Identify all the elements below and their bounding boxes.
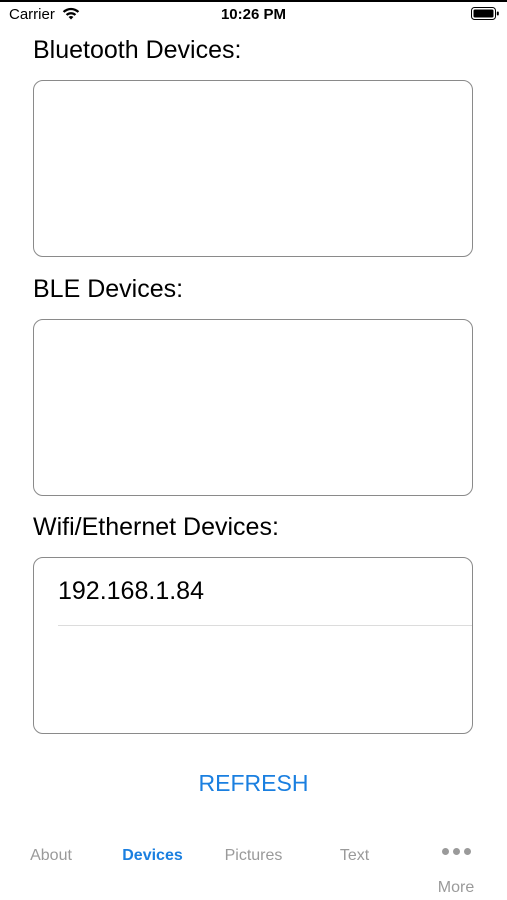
- tab-devices-label: Devices: [122, 847, 183, 864]
- tab-pictures-label: Pictures: [224, 847, 283, 864]
- tab-devices[interactable]: Devices: [102, 820, 203, 900]
- status-bar: Carrier 10:26 PM: [0, 0, 507, 28]
- tab-bar: About Devices Pictures Text More: [0, 820, 507, 900]
- wifi-devices-heading: Wifi/Ethernet Devices:: [33, 513, 279, 541]
- tab-about[interactable]: About: [0, 820, 102, 900]
- bluetooth-devices-heading: Bluetooth Devices:: [33, 36, 242, 64]
- ble-devices-heading: BLE Devices:: [33, 275, 184, 303]
- wifi-device-address: 192.168.1.84: [58, 577, 204, 605]
- tab-more-label: More: [437, 879, 475, 896]
- battery-icon: [471, 7, 499, 20]
- more-icon: [405, 842, 507, 855]
- tab-pictures[interactable]: Pictures: [203, 820, 304, 900]
- tab-about-label: About: [30, 847, 72, 864]
- status-time: 10:26 PM: [220, 6, 287, 23]
- ble-devices-list[interactable]: [33, 319, 473, 496]
- wifi-device-row[interactable]: 192.168.1.84: [58, 558, 472, 626]
- tab-more[interactable]: More: [405, 820, 507, 900]
- bluetooth-devices-list[interactable]: [33, 80, 473, 257]
- tab-text[interactable]: Text: [304, 820, 405, 900]
- tab-text-label: Text: [339, 847, 370, 864]
- refresh-button[interactable]: REFRESH: [0, 768, 507, 798]
- wifi-devices-list[interactable]: 192.168.1.84: [33, 557, 473, 734]
